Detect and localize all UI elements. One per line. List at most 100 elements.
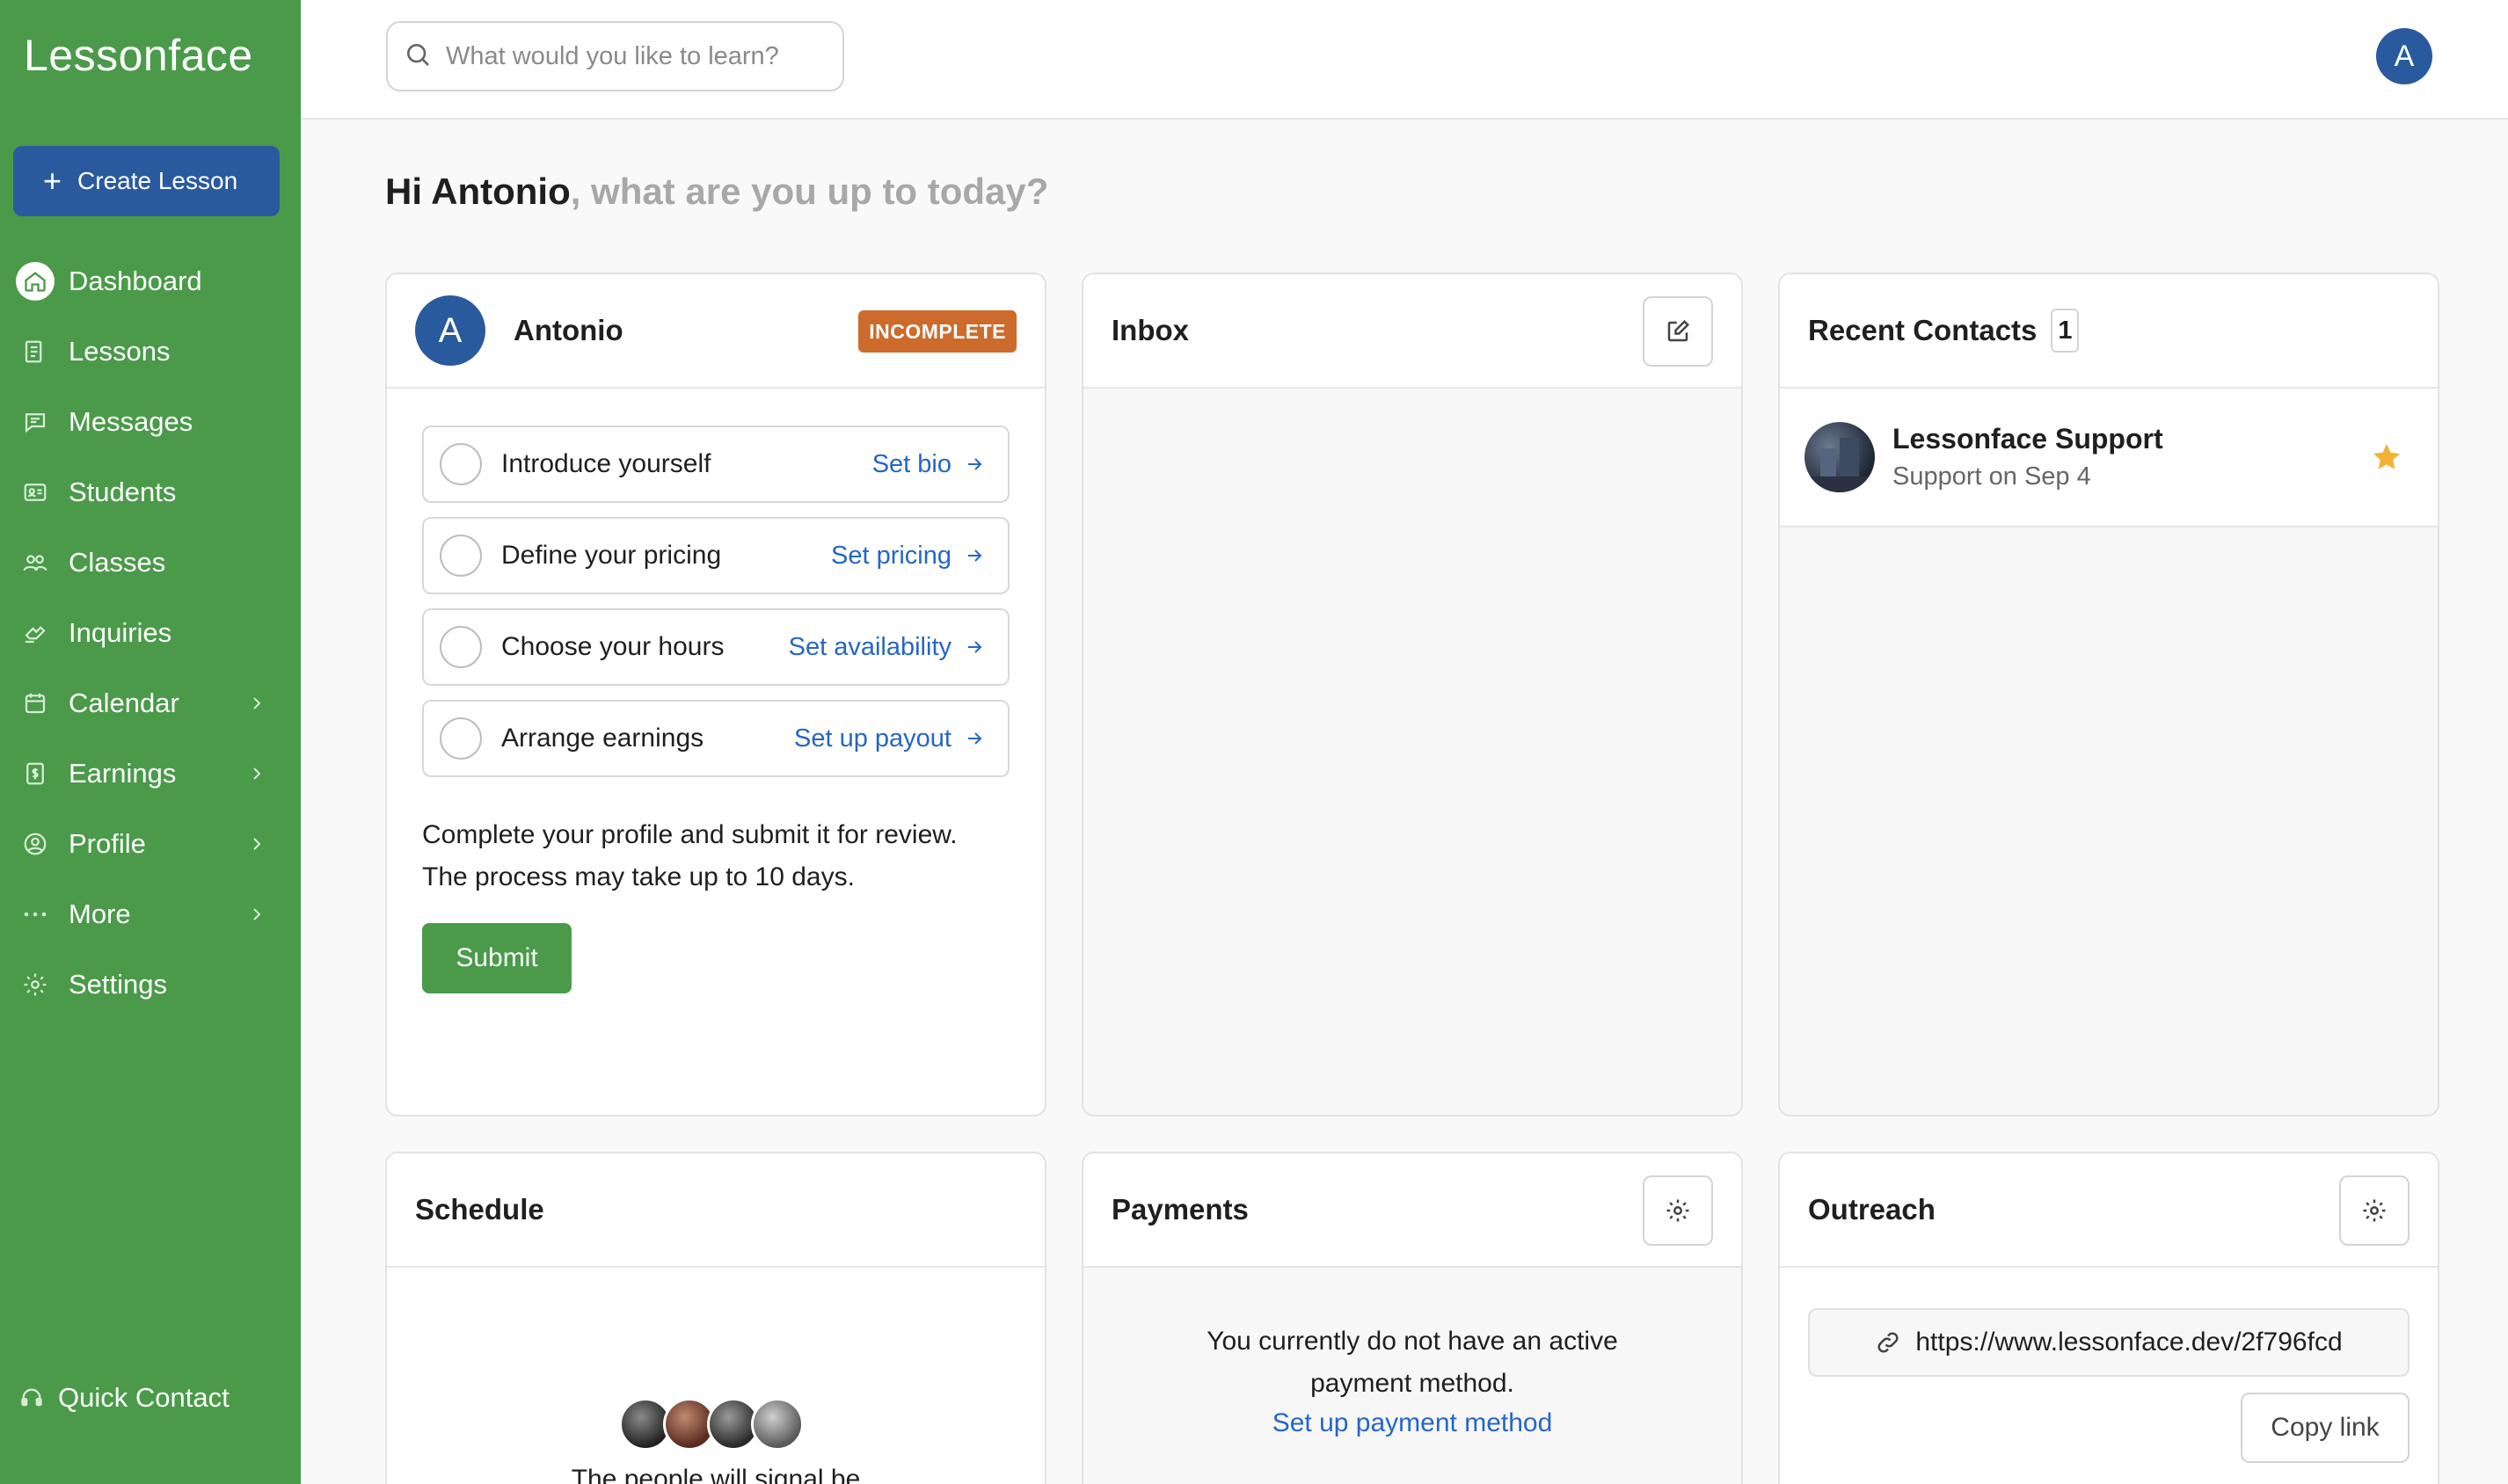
sidebar-item-students[interactable]: Students xyxy=(0,457,301,527)
recent-contacts-header: Recent Contacts 1 xyxy=(1780,274,2438,389)
task-item: Define your pricing Set pricing xyxy=(422,517,1010,594)
sidebar-item-profile[interactable]: Profile xyxy=(0,809,301,879)
chevron-right-icon xyxy=(246,761,267,793)
sidebar-item-label: Lessons xyxy=(69,336,171,367)
star-icon[interactable] xyxy=(2371,441,2402,477)
headset-icon xyxy=(19,1386,44,1410)
sidebar-item-label: Earnings xyxy=(69,758,177,789)
compose-icon xyxy=(1667,319,1690,342)
task-link-label: Set up payout xyxy=(794,724,951,753)
contact-row[interactable]: Lessonface Support Support on Sep 4 xyxy=(1780,389,2438,527)
payments-settings-button[interactable] xyxy=(1643,1175,1713,1246)
inbox-card: Inbox xyxy=(1082,273,1743,1117)
outreach-settings-button[interactable] xyxy=(2339,1175,2410,1246)
recent-contacts-card: Recent Contacts 1 Lessonface Support Sup… xyxy=(1778,273,2439,1117)
payments-title: Payments xyxy=(1112,1193,1249,1226)
arrow-right-icon xyxy=(968,641,982,653)
task-checkbox[interactable] xyxy=(440,443,482,485)
schedule-card: Schedule The people will signal be xyxy=(385,1152,1046,1484)
sidebar-item-earnings[interactable]: Earnings xyxy=(0,738,301,809)
schedule-title: Schedule xyxy=(415,1193,544,1226)
task-checkbox[interactable] xyxy=(440,717,482,760)
avatar xyxy=(751,1398,804,1451)
contact-subtitle: Support on Sep 4 xyxy=(1892,462,2091,491)
payments-header: Payments xyxy=(1083,1153,1741,1268)
sidebar-item-more[interactable]: More xyxy=(0,879,301,949)
set-up-payout-link[interactable]: Set up payout xyxy=(794,724,985,753)
create-lesson-button[interactable]: + Create Lesson xyxy=(13,146,280,216)
task-link-label: Set bio xyxy=(871,449,951,478)
profile-note-line: Complete your profile and submit it for … xyxy=(422,820,958,849)
quick-contact-button[interactable]: Quick Contact xyxy=(19,1382,230,1414)
profile-card: A Antonio INCOMPLETE Introduce yourself … xyxy=(385,273,1046,1117)
gear-icon xyxy=(1666,1199,1689,1222)
create-lesson-label: Create Lesson xyxy=(77,167,238,194)
sidebar-item-messages[interactable]: Messages xyxy=(0,387,301,457)
greeting-question: , what are you up to today? xyxy=(570,171,1049,212)
sidebar-item-inquiries[interactable]: Inquiries xyxy=(0,598,301,668)
payments-message-line: You currently do not have an active xyxy=(1207,1327,1618,1356)
task-item: Choose your hours Set availability xyxy=(422,608,1010,686)
payments-message: You currently do not have an active paym… xyxy=(1083,1320,1741,1405)
status-badge: INCOMPLETE xyxy=(858,310,1017,353)
set-bio-link[interactable]: Set bio xyxy=(872,450,985,479)
schedule-header: Schedule xyxy=(387,1153,1045,1268)
sidebar-item-label: More xyxy=(69,898,131,929)
sidebar-item-classes[interactable]: Classes xyxy=(0,527,301,598)
group-icon xyxy=(19,547,51,578)
recent-contacts-title: Recent Contacts xyxy=(1808,314,2038,346)
id-card-icon xyxy=(19,476,51,508)
outreach-card: Outreach https://www.lessonface.dev/2f79… xyxy=(1778,1152,2439,1484)
task-item: Introduce yourself Set bio xyxy=(422,426,1010,503)
dots-icon xyxy=(19,898,51,930)
sidebar-item-label: Inquiries xyxy=(69,617,172,648)
profile-avatar: A xyxy=(415,295,485,366)
sidebar-item-label: Profile xyxy=(69,828,146,859)
logo[interactable]: Lessonface xyxy=(24,30,253,81)
task-checkbox[interactable] xyxy=(440,626,482,668)
gear-icon xyxy=(2363,1199,2386,1222)
user-circle-icon xyxy=(19,828,51,860)
sidebar-item-label: Calendar xyxy=(69,687,179,718)
profile-card-header: A Antonio INCOMPLETE xyxy=(387,274,1045,389)
copy-link-button[interactable]: Copy link xyxy=(2241,1393,2410,1463)
sidebar-item-label: Classes xyxy=(69,547,166,578)
outreach-url-field[interactable]: https://www.lessonface.dev/2f796fcd xyxy=(1808,1308,2410,1377)
task-label: Arrange earnings xyxy=(501,724,704,753)
plus-icon: + xyxy=(43,163,62,199)
sidebar-item-label: Messages xyxy=(69,406,193,437)
user-avatar[interactable]: A xyxy=(2376,28,2432,84)
task-label: Define your pricing xyxy=(501,541,722,570)
avatar-stack xyxy=(619,1398,804,1451)
submit-button[interactable]: Submit xyxy=(422,923,572,993)
inbox-body xyxy=(1083,389,1741,1115)
task-link-label: Set pricing xyxy=(830,541,951,570)
dollar-icon xyxy=(19,758,51,789)
sidebar-nav: Dashboard Lessons Messages Students Clas… xyxy=(0,246,301,1020)
set-pricing-link[interactable]: Set pricing xyxy=(831,542,985,571)
set-up-payment-link[interactable]: Set up payment method xyxy=(1083,1408,1741,1438)
task-checkbox[interactable] xyxy=(440,535,482,577)
profile-note: Complete your profile and submit it for … xyxy=(422,814,1020,898)
search-box[interactable] xyxy=(386,21,844,91)
set-availability-link[interactable]: Set availability xyxy=(789,633,985,662)
sidebar-item-label: Students xyxy=(69,476,177,507)
outreach-title: Outreach xyxy=(1808,1193,1936,1226)
arrow-right-icon xyxy=(968,549,982,562)
link-icon xyxy=(1877,1332,1899,1353)
compose-button[interactable] xyxy=(1643,296,1713,367)
schedule-text: The people will signal be xyxy=(571,1465,861,1484)
hand-icon xyxy=(19,617,51,649)
sidebar-item-calendar[interactable]: Calendar xyxy=(0,668,301,738)
sidebar-item-dashboard[interactable]: Dashboard xyxy=(0,246,301,316)
task-label: Introduce yourself xyxy=(501,449,711,478)
page-greeting: Hi Antonio, what are you up to today? xyxy=(385,171,1048,213)
quick-contact-label: Quick Contact xyxy=(58,1382,230,1413)
search-input[interactable] xyxy=(446,41,833,71)
task-link-label: Set availability xyxy=(788,632,951,661)
sidebar-item-settings[interactable]: Settings xyxy=(0,949,301,1020)
contact-info: Lessonface Support Support on Sep 4 xyxy=(1892,423,2163,491)
profile-name: Antonio xyxy=(514,314,623,346)
sidebar-item-lessons[interactable]: Lessons xyxy=(0,316,301,387)
home-icon xyxy=(16,262,55,301)
